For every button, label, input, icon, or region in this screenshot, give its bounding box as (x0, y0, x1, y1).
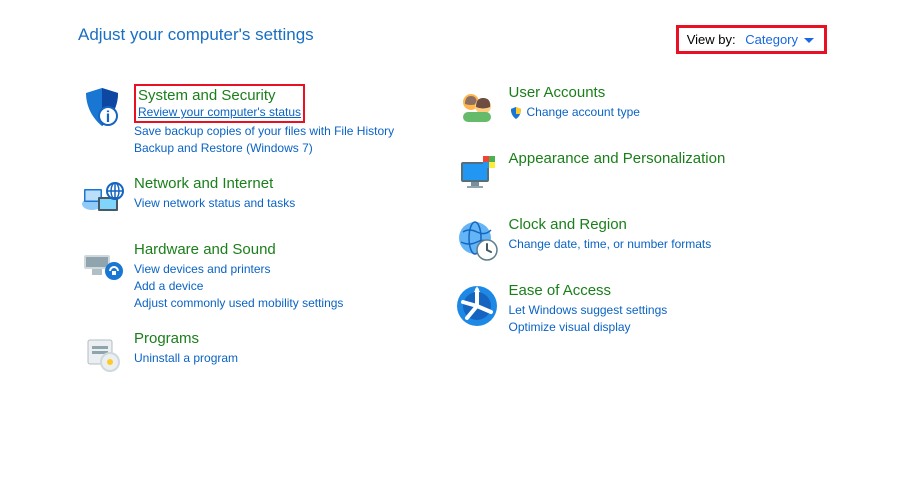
network-icon (78, 175, 126, 223)
viewby-label: View by: (687, 32, 736, 47)
programs-link[interactable]: Programs (134, 330, 199, 348)
hardware-link[interactable]: Hardware and Sound (134, 241, 276, 259)
cat-network: Network and Internet View network status… (78, 175, 453, 223)
ease-of-access-link[interactable]: Ease of Access (509, 282, 612, 300)
uac-shield-icon (509, 106, 523, 120)
user-accounts-icon (453, 84, 501, 132)
cat-programs: Programs Uninstall a program (78, 330, 453, 378)
svg-text:i: i (106, 109, 110, 126)
suggest-settings-link[interactable]: Let Windows suggest settings (509, 302, 668, 319)
user-accounts-link[interactable]: User Accounts (509, 84, 606, 102)
viewby-highlight: View by: Category (676, 25, 827, 54)
change-date-link[interactable]: Change date, time, or number formats (509, 236, 712, 253)
network-status-link[interactable]: View network status and tasks (134, 195, 295, 212)
appearance-link[interactable]: Appearance and Personalization (509, 150, 726, 168)
backup-history-link[interactable]: Save backup copies of your files with Fi… (134, 123, 394, 140)
col-right: User Accounts Change account type (453, 84, 828, 396)
cat-clock: Clock and Region Change date, time, or n… (453, 216, 828, 264)
cat-ease: Ease of Access Let Windows suggest setti… (453, 282, 828, 336)
backup-restore-link[interactable]: Backup and Restore (Windows 7) (134, 140, 394, 157)
mobility-link[interactable]: Adjust commonly used mobility settings (134, 295, 343, 312)
page-title: Adjust your computer's settings (78, 25, 314, 45)
system-security-link[interactable]: System and Security (138, 87, 276, 105)
col-left: i System and Security Review your comput… (78, 84, 453, 396)
review-status-link[interactable]: Review your computer's status (138, 105, 301, 120)
hardware-icon (78, 241, 126, 289)
add-device-link[interactable]: Add a device (134, 278, 343, 295)
ease-of-access-icon (453, 282, 501, 330)
network-link[interactable]: Network and Internet (134, 175, 273, 193)
uninstall-link[interactable]: Uninstall a program (134, 350, 238, 367)
cat-appearance: Appearance and Personalization (453, 150, 828, 198)
viewby-value: Category (745, 32, 814, 47)
system-security-highlight: System and Security Review your computer… (134, 84, 305, 123)
cat-system-security: i System and Security Review your comput… (78, 84, 453, 157)
clock-region-icon (453, 216, 501, 264)
viewby-control[interactable]: View by: Category (687, 32, 814, 47)
clock-region-link[interactable]: Clock and Region (509, 216, 627, 234)
cat-accounts: User Accounts Change account type (453, 84, 828, 132)
devices-printers-link[interactable]: View devices and printers (134, 261, 343, 278)
appearance-icon (453, 150, 501, 198)
cat-hardware: Hardware and Sound View devices and prin… (78, 241, 453, 312)
shield-icon: i (78, 84, 126, 132)
optimize-display-link[interactable]: Optimize visual display (509, 319, 668, 336)
change-account-type-link[interactable]: Change account type (527, 104, 640, 121)
programs-icon (78, 330, 126, 378)
